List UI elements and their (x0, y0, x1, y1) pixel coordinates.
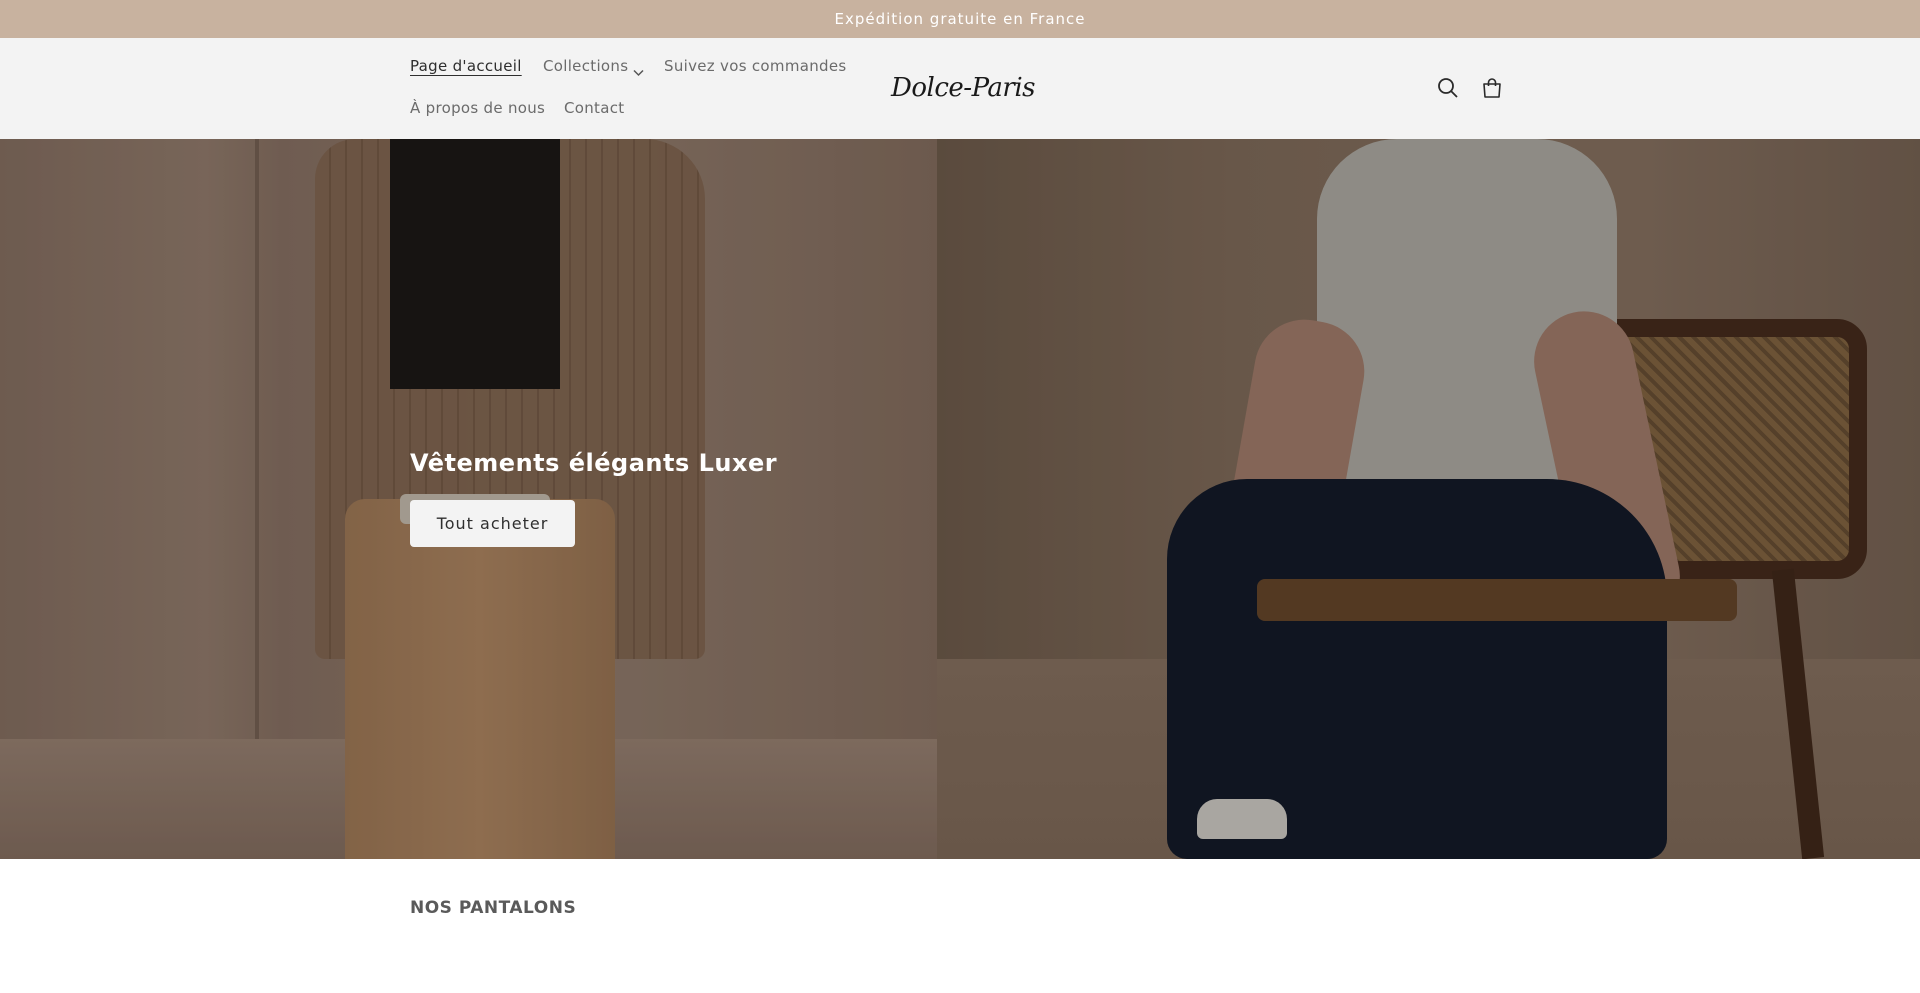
nav-about[interactable]: À propos de nous (410, 99, 545, 117)
site-logo[interactable]: Dolce-Paris (891, 68, 1035, 108)
site-header: Page d'accueil Collections Suivez vos co… (0, 38, 1920, 139)
nav-home[interactable]: Page d'accueil (410, 57, 522, 75)
chevron-down-icon[interactable] (633, 62, 644, 81)
announcement-text: Expédition gratuite en France (834, 10, 1086, 28)
search-icon[interactable] (1433, 73, 1463, 103)
hero-overlay (0, 139, 1920, 859)
nav-contact[interactable]: Contact (564, 99, 624, 117)
announcement-bar: Expédition gratuite en France (0, 0, 1920, 38)
section-title: NOS PANTALONS (410, 898, 577, 918)
cart-icon[interactable] (1477, 73, 1507, 103)
shop-all-button[interactable]: Tout acheter (410, 500, 575, 547)
hero-title: Vêtements élégants Luxer (410, 449, 778, 477)
hero-banner: Vêtements élégants Luxer Tout acheter (0, 139, 1920, 859)
nav-track-orders[interactable]: Suivez vos commandes (664, 57, 847, 75)
nav-collections[interactable]: Collections (543, 57, 628, 75)
